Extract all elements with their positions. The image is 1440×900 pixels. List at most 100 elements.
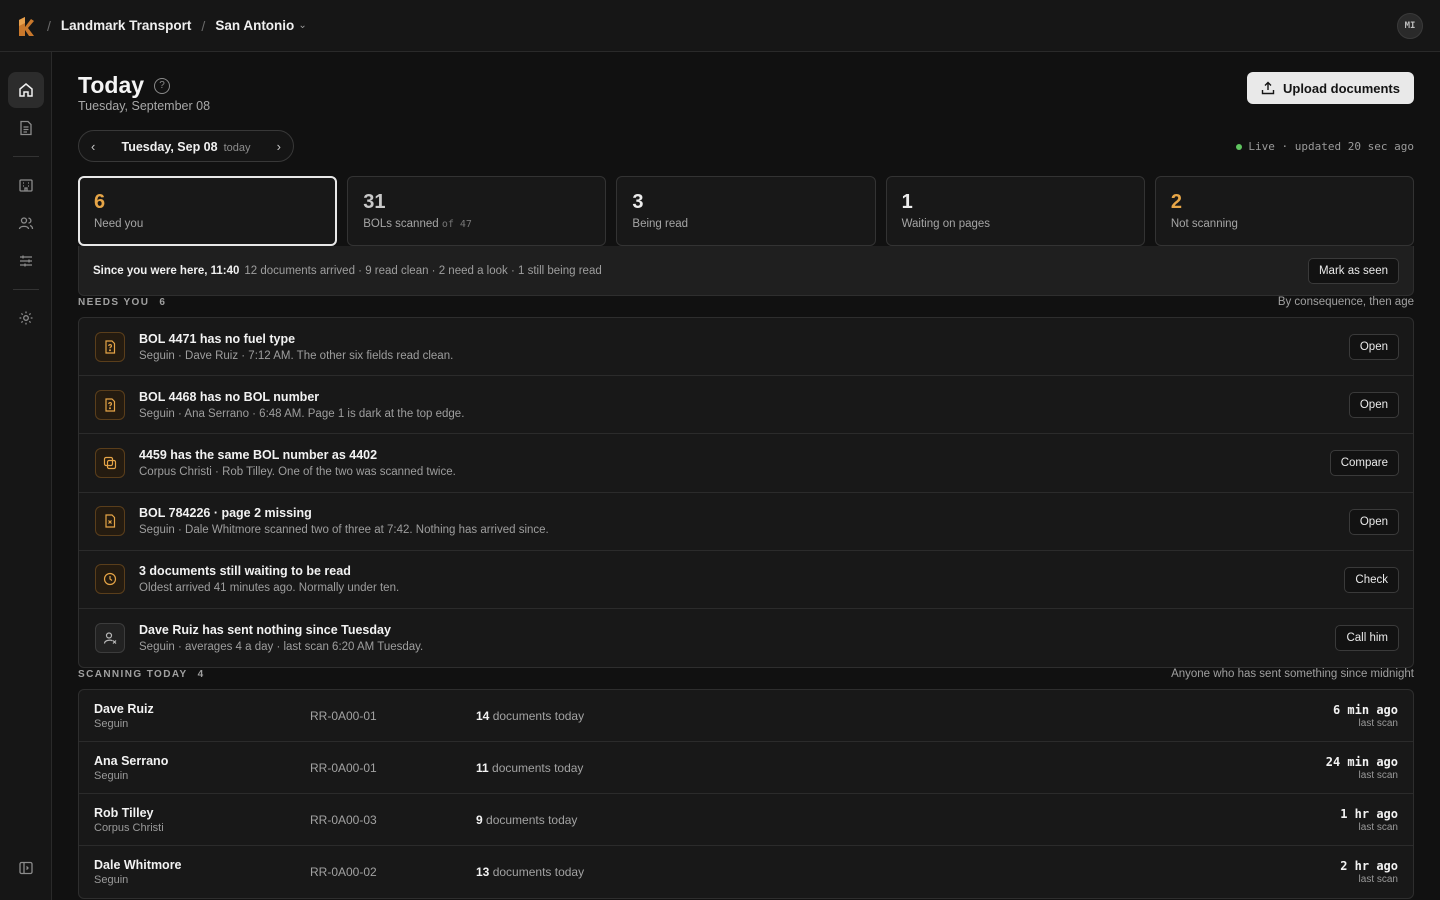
scanning-today-table: Dave Ruiz Seguin RR-0A00-01 14 documents… — [78, 689, 1414, 899]
table-row[interactable]: Dale Whitmore Seguin RR-0A00-02 13 docum… — [79, 846, 1413, 898]
section-count: 4 — [197, 669, 205, 680]
section-count: 6 — [159, 297, 167, 308]
date-display[interactable]: Tuesday, Sep 08 today — [121, 139, 250, 154]
stat-label-text: BOLs scanned — [363, 218, 439, 230]
documents-icon[interactable] — [8, 110, 44, 146]
stat-value: 1 — [901, 191, 913, 213]
stat-label: Being read — [632, 218, 689, 230]
since-detail: 12 documents arrived · 9 read clean · 2 … — [244, 264, 602, 277]
docs-number: 11 — [476, 761, 489, 775]
docs-suffix: documents today — [492, 865, 585, 879]
mark-as-seen-button[interactable]: Mark as seen — [1307, 258, 1399, 284]
list-item[interactable]: BOL 4468 has no BOL number Seguin · Ana … — [79, 376, 1413, 435]
stat-value: 31 — [363, 191, 386, 213]
stat-label: Need you — [94, 218, 144, 230]
user-avatar[interactable]: MI — [1397, 13, 1423, 39]
table-row[interactable]: Dave Ruiz Seguin RR-0A00-01 14 documents… — [79, 690, 1413, 742]
list-item[interactable]: BOL 4471 has no fuel type Seguin · Dave … — [79, 318, 1413, 377]
scanning-today-header: SCANNING TODAY 4 Anyone who has sent some… — [78, 668, 1414, 680]
breadcrumb-org[interactable]: Landmark Transport — [61, 18, 192, 33]
settings-gear-icon[interactable] — [8, 300, 44, 336]
stat-being-read[interactable]: 3 Being read — [616, 176, 876, 246]
next-day-icon[interactable]: › — [277, 139, 281, 154]
documents-count: 14 documents today — [476, 709, 584, 723]
location-switcher[interactable]: San Antonio — [215, 18, 294, 33]
last-scan-label: last scan — [1358, 770, 1398, 781]
item-title: BOL 4471 has no fuel type — [139, 331, 296, 346]
last-scan-label: last scan — [1358, 822, 1398, 833]
since-last-visit-banner: Since you were here, 11:40 12 documents … — [78, 246, 1414, 296]
needs-you-header: NEEDS YOU 6 By consequence, then age — [78, 296, 1414, 308]
stat-value: 2 — [1170, 191, 1182, 213]
open-button[interactable]: Open — [1348, 392, 1399, 419]
collapse-sidebar-icon[interactable] — [8, 850, 44, 886]
docs-number: 14 — [476, 709, 490, 723]
item-subtitle: Seguin · averages 4 a day · last scan 6:… — [139, 641, 424, 654]
upload-documents-button[interactable]: Upload documents — [1246, 72, 1414, 104]
documents-count: 13 documents today — [476, 865, 584, 879]
item-title: BOL 784226 · page 2 missing — [139, 506, 312, 521]
driver-location: Seguin — [94, 718, 129, 730]
top-bar: / Landmark Transport / San Antonio ⌄ MI — [0, 0, 1440, 52]
previous-day-icon[interactable]: ‹ — [91, 139, 95, 154]
list-item[interactable]: Dave Ruiz has sent nothing since Tuesday… — [79, 609, 1413, 667]
chevron-down-icon[interactable]: ⌄ — [298, 20, 306, 31]
building-icon[interactable] — [8, 167, 44, 203]
users-icon[interactable] — [8, 205, 44, 241]
page-subtitle: Tuesday, September 08 — [78, 99, 211, 113]
list-item[interactable]: 4459 has the same BOL number as 4402 Cor… — [79, 434, 1413, 493]
device-id: RR-0A00-03 — [310, 813, 377, 827]
item-title: 3 documents still waiting to be read — [139, 564, 351, 579]
sort-note[interactable]: By consequence, then age — [1278, 296, 1414, 308]
doc-missing-icon — [95, 506, 125, 537]
driver-name: Dale Whitmore — [94, 858, 182, 872]
stat-not-scanning[interactable]: 2 Not scanning — [1154, 176, 1415, 246]
date-label: Tuesday, Sep 08 — [121, 139, 218, 154]
list-item[interactable]: 3 documents still waiting to be read Old… — [79, 551, 1413, 609]
home-icon[interactable] — [8, 72, 44, 108]
help-icon[interactable]: ? — [154, 77, 171, 94]
live-dot-icon — [1236, 143, 1243, 150]
driver-name: Ana Serrano — [94, 754, 169, 768]
compare-button[interactable]: Compare — [1329, 450, 1399, 477]
driver-name: Rob Tilley — [94, 806, 154, 820]
company-logo[interactable] — [15, 15, 37, 37]
driver-name: Dave Ruiz — [94, 702, 154, 716]
documents-count: 9 documents today — [476, 813, 577, 827]
table-row[interactable]: Ana Serrano Seguin RR-0A00-01 11 documen… — [79, 742, 1413, 794]
title-row: Today ? — [78, 72, 171, 99]
open-button[interactable]: Open — [1348, 334, 1399, 360]
duplicate-icon — [95, 447, 125, 478]
item-title: 4459 has the same BOL number as 4402 — [139, 447, 378, 462]
breadcrumb-separator: / — [201, 17, 206, 34]
doc-question-icon — [95, 389, 125, 420]
page-title: Today — [78, 72, 145, 98]
breadcrumb-separator: / — [47, 17, 51, 34]
open-button[interactable]: Open — [1348, 508, 1399, 535]
table-row[interactable]: Rob Tilley Corpus Christi RR-0A00-03 9 d… — [79, 794, 1413, 846]
item-title: BOL 4468 has no BOL number — [139, 389, 320, 404]
last-scan-label: last scan — [1358, 874, 1398, 885]
item-subtitle: Seguin · Dave Ruiz · 7:12 AM. The other … — [139, 349, 454, 362]
driver-location: Seguin — [94, 874, 129, 886]
stat-need-you[interactable]: 6 Need you — [78, 176, 338, 246]
device-id: RR-0A00-01 — [310, 709, 377, 723]
section-title: SCANNING TODAY — [78, 669, 188, 680]
item-title: Dave Ruiz has sent nothing since Tuesday — [139, 623, 391, 638]
docs-number: 9 — [476, 813, 483, 827]
stat-label: Waiting on pages — [901, 218, 991, 230]
stat-waiting-on-pages[interactable]: 1 Waiting on pages — [885, 176, 1145, 246]
driver-location: Corpus Christi — [94, 822, 164, 834]
last-scan-time: 1 hr ago — [1340, 807, 1398, 821]
needs-you-list: BOL 4471 has no fuel type Seguin · Dave … — [78, 317, 1414, 669]
documents-count: 11 documents today — [476, 761, 583, 775]
list-item[interactable]: BOL 784226 · page 2 missing Seguin · Dal… — [79, 493, 1413, 551]
item-subtitle: Corpus Christi · Rob Tilley. One of the … — [139, 465, 456, 478]
stat-bols-scanned[interactable]: 31 BOLs scanned of 47 — [347, 176, 607, 246]
sliders-icon[interactable] — [8, 243, 44, 279]
live-status: Live · updated 20 sec ago — [1236, 140, 1414, 153]
item-subtitle: Seguin · Dale Whitmore scanned two of th… — [139, 524, 549, 537]
user-x-icon — [95, 623, 125, 654]
call-him-button[interactable]: Call him — [1335, 624, 1399, 651]
check-button[interactable]: Check — [1344, 566, 1399, 593]
